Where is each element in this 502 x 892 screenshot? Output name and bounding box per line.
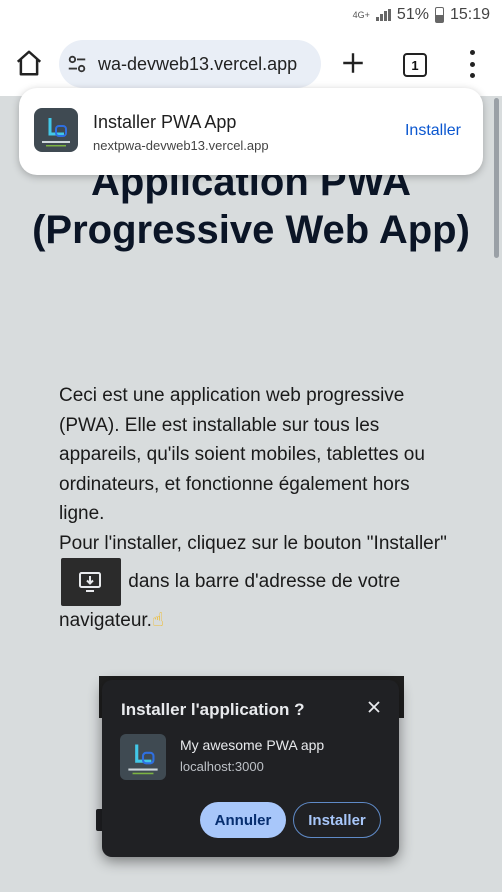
battery-percent: 51% xyxy=(396,6,429,23)
close-icon[interactable] xyxy=(367,700,381,714)
banner-app-title: Installer PWA App xyxy=(93,112,237,132)
banner-app-url: nextpwa-devweb13.vercel.app xyxy=(93,138,269,153)
install-dialog: Installer l'application ? My awesome PWA… xyxy=(102,680,399,857)
browser-toolbar: wa-devweb13.vercel.app 1 xyxy=(0,32,502,96)
clock: 15:19 xyxy=(449,6,490,23)
url-text[interactable]: wa-devweb13.vercel.app xyxy=(98,54,297,75)
intro-paragraph: Ceci est une application web progressive… xyxy=(59,385,425,524)
status-bar: 4G+ 51% 15:19 xyxy=(0,0,502,32)
dialog-app-url: localhost:3000 xyxy=(180,759,264,774)
more-menu-icon[interactable] xyxy=(468,50,476,78)
dialog-title: Installer l'application ? xyxy=(121,700,305,719)
scrollbar[interactable] xyxy=(494,98,499,258)
battery-icon xyxy=(434,7,444,23)
install-app-icon xyxy=(61,558,121,606)
new-tab-icon[interactable] xyxy=(340,50,366,76)
app-logo-icon xyxy=(34,108,78,152)
banner-install-button[interactable]: Installer xyxy=(405,122,461,140)
app-logo-icon xyxy=(120,734,166,780)
install-button[interactable]: Installer xyxy=(293,802,381,838)
page-description: Ceci est une application web progressive… xyxy=(59,381,459,636)
signal-icon xyxy=(375,9,391,21)
install-banner: Installer PWA App nextpwa-devweb13.verce… xyxy=(19,88,483,175)
install-instructions-start: Pour l'installer, cliquez sur le bouton … xyxy=(59,532,447,554)
tab-switcher-button[interactable]: 1 xyxy=(403,53,427,77)
dialog-app-name: My awesome PWA app xyxy=(180,737,325,753)
cancel-button[interactable]: Annuler xyxy=(200,802,286,838)
address-bar[interactable]: wa-devweb13.vercel.app xyxy=(59,40,321,88)
network-type: 4G+ xyxy=(352,9,370,20)
site-settings-icon[interactable] xyxy=(66,53,88,75)
status-indicators: 4G+ 51% 15:19 xyxy=(353,6,490,24)
home-icon[interactable] xyxy=(14,48,44,78)
pointing-up-emoji: ☝ xyxy=(151,610,164,631)
